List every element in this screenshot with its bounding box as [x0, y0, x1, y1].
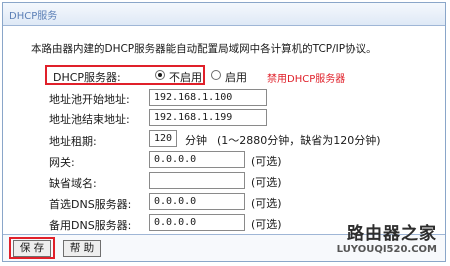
lease-unit: 分钟	[185, 134, 207, 147]
enable-radio[interactable]	[211, 70, 221, 80]
disable-radio-label[interactable]: 不启用	[169, 69, 202, 85]
secondary-dns-hint: (可选)	[251, 218, 282, 231]
dhcp-service-panel: DHCP服务 本路由器内建的DHCP服务器能自动配置局域网中各计算机的TCP/I…	[2, 2, 446, 262]
gateway-hint: (可选)	[251, 155, 282, 168]
annotation-disable-dhcp: 禁用DHCP服务器	[267, 74, 346, 85]
start-ip-row: 地址池开始地址: 192.168.1.100	[31, 87, 431, 107]
watermark-url: LUYOUQI520.COM	[336, 244, 437, 255]
secondary-dns-input[interactable]: 0.0.0.0	[149, 214, 245, 231]
domain-row: 缺省域名: (可选)	[31, 171, 431, 191]
start-ip-label: 地址池开始地址:	[49, 93, 130, 106]
domain-input[interactable]	[149, 172, 245, 189]
start-ip-input[interactable]: 192.168.1.100	[149, 89, 267, 106]
end-ip-label: 地址池结束地址:	[49, 113, 130, 126]
primary-dns-row: 首选DNS服务器: 0.0.0.0 (可选)	[31, 192, 431, 212]
domain-hint: (可选)	[251, 176, 282, 189]
gateway-input[interactable]: 0.0.0.0	[149, 151, 245, 168]
panel-titlebar: DHCP服务	[3, 3, 445, 26]
end-ip-row: 地址池结束地址: 192.168.1.199	[31, 107, 431, 127]
primary-dns-input[interactable]: 0.0.0.0	[149, 193, 245, 210]
gateway-label: 网关:	[49, 156, 75, 169]
dhcp-server-row: DHCP服务器: 不启用 启用 禁用DHCP服务器	[31, 65, 431, 85]
end-ip-input[interactable]: 192.168.1.199	[149, 109, 267, 126]
primary-dns-hint: (可选)	[251, 197, 282, 210]
lease-input[interactable]: 120	[149, 130, 177, 147]
secondary-dns-label: 备用DNS服务器:	[49, 219, 132, 232]
lease-row: 地址租期: 120 分钟 (1～2880分钟，缺省为120分钟)	[31, 129, 441, 149]
gateway-row: 网关: 0.0.0.0 (可选)	[31, 150, 431, 170]
dhcp-server-label: DHCP服务器:	[53, 71, 121, 84]
watermark-name: 路由器之家	[347, 224, 437, 244]
watermark: 路由器之家 LUYOUQI520.COM	[337, 219, 437, 255]
lease-hint: (1～2880分钟，缺省为120分钟)	[217, 134, 381, 147]
button-bar: 保 存 帮 助 路由器之家 LUYOUQI520.COM	[3, 224, 445, 261]
disable-radio[interactable]	[155, 70, 165, 80]
enable-radio-label[interactable]: 启用	[225, 69, 247, 85]
save-button[interactable]: 保 存	[13, 240, 51, 257]
domain-label: 缺省域名:	[49, 177, 97, 190]
description-text: 本路由器内建的DHCP服务器能自动配置局域网中各计算机的TCP/IP协议。	[31, 43, 377, 55]
primary-dns-label: 首选DNS服务器:	[49, 198, 132, 211]
panel-title: DHCP服务	[9, 11, 58, 22]
lease-label: 地址租期:	[49, 135, 97, 148]
help-button[interactable]: 帮 助	[63, 240, 101, 257]
